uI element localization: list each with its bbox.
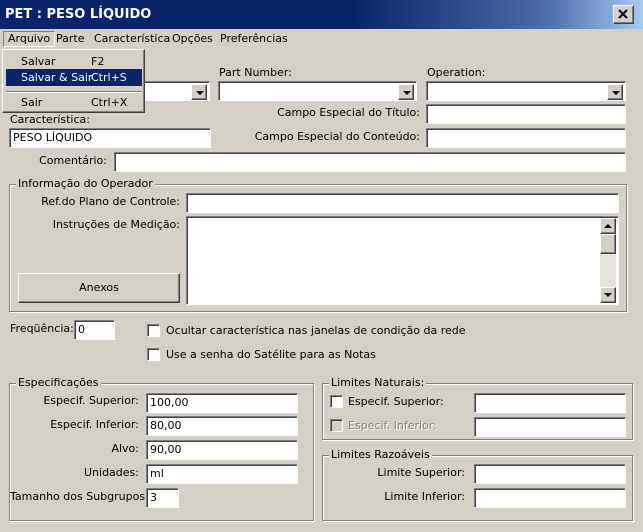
frequencia-input[interactable]: 0 <box>74 320 115 340</box>
caracteristica-label: Característica: <box>10 113 90 126</box>
campo-titulo-label: Campo Especial do Título: <box>277 106 420 119</box>
raz-inferior-label: Limite Inferior: <box>384 490 465 503</box>
senha-checkbox[interactable] <box>147 348 160 361</box>
instrucoes-textarea[interactable] <box>186 216 619 305</box>
menu-arquivo[interactable]: Arquivo <box>3 31 56 47</box>
nat-inferior-input[interactable] <box>474 417 626 437</box>
window-title: PET : PESO LÍQUIDO <box>5 7 152 22</box>
menu-bar: Arquivo Parte Característica Opções Pref… <box>0 29 643 49</box>
scroll-thumb[interactable] <box>600 234 616 254</box>
menu-item-sair[interactable]: Sair Ctrl+X <box>6 94 142 111</box>
raz-superior-label: Limite Superior: <box>377 466 465 479</box>
menu-item-label: Sair <box>21 96 43 109</box>
part-number-combo[interactable] <box>218 81 417 101</box>
senha-label: Use a senha do Satélite para as Notas <box>166 348 376 361</box>
ref-plano-label: Ref.do Plano de Controle: <box>41 195 180 208</box>
ocultar-label: Ocultar característica nas janelas de co… <box>166 324 466 337</box>
title-bar: PET : PESO LÍQUIDO <box>0 0 643 29</box>
especificacoes-group-title: Especificações <box>16 376 101 389</box>
part-number-label: Part Number: <box>219 66 292 79</box>
menu-preferencias[interactable]: Preferências <box>216 31 292 47</box>
menu-item-salvar-sair[interactable]: Salvar & Sair Ctrl+S <box>6 69 142 86</box>
campo-titulo-input[interactable] <box>426 104 626 124</box>
alvo-input[interactable]: 90,00 <box>146 440 298 460</box>
nat-superior-checkbox[interactable] <box>330 395 343 408</box>
chevron-down-icon[interactable] <box>191 84 207 100</box>
close-button[interactable] <box>613 5 634 24</box>
menu-caracteristica[interactable]: Característica <box>90 31 174 47</box>
raz-inferior-input[interactable] <box>474 488 626 508</box>
nat-superior-label: Especif. Superior: <box>348 395 444 408</box>
comentario-label: Comentário: <box>39 154 107 167</box>
chevron-down-icon[interactable] <box>607 84 623 100</box>
anexos-button[interactable]: Anexos <box>18 273 180 303</box>
unidades-input[interactable]: ml <box>146 464 298 484</box>
campo-conteudo-label: Campo Especial do Conteúdo: <box>254 130 420 143</box>
menu-item-shortcut: Ctrl+S <box>91 71 127 84</box>
limites-naturais-group-title: Limites Naturais: <box>329 376 427 389</box>
campo-conteudo-input[interactable] <box>426 128 626 148</box>
operation-label: Operation: <box>427 66 486 79</box>
close-icon <box>618 9 628 19</box>
scroll-up-icon[interactable] <box>600 218 616 234</box>
menu-opcoes[interactable]: Opções <box>168 31 217 47</box>
subgrupos-input[interactable]: 3 <box>146 488 179 508</box>
frequencia-label: Freqüência: <box>10 322 74 335</box>
menu-item-label: Salvar <box>21 55 56 68</box>
comentario-input[interactable] <box>114 152 626 172</box>
menu-parte[interactable]: Parte <box>52 31 88 47</box>
instrucoes-label: Instruções de Medição: <box>52 218 180 231</box>
unidades-label: Unidades: <box>84 466 139 479</box>
scroll-down-icon[interactable] <box>600 287 616 303</box>
alvo-label: Alvo: <box>111 442 139 455</box>
limites-razoaveis-group-title: Limites Razoáveis <box>329 448 432 461</box>
arquivo-dropdown: Salvar F2 Salvar & Sair Ctrl+S Sair Ctrl… <box>2 49 145 113</box>
menu-item-label: Salvar & Sair <box>21 71 93 84</box>
first-combo[interactable] <box>140 81 210 101</box>
espec-inferior-label: Especif. Inferior: <box>50 418 139 431</box>
nat-inferior-checkbox[interactable] <box>330 419 343 432</box>
espec-superior-input[interactable]: 100,00 <box>146 393 298 413</box>
nat-superior-input[interactable] <box>474 393 626 413</box>
ocultar-checkbox[interactable] <box>147 324 160 337</box>
main-window: PET : PESO LÍQUIDO Arquivo Parte Caracte… <box>0 0 643 532</box>
menu-separator <box>6 91 142 93</box>
subgrupos-label: Tamanho dos Subgrupos: <box>10 490 149 503</box>
caracteristica-input[interactable]: PESO LÍQUIDO <box>9 128 211 148</box>
espec-superior-label: Especif. Superior: <box>43 394 139 407</box>
operador-group-title: Informação do Operador <box>16 177 155 190</box>
raz-superior-input[interactable] <box>474 464 626 484</box>
operation-combo[interactable] <box>426 81 626 101</box>
menu-item-shortcut: Ctrl+X <box>91 96 128 109</box>
espec-inferior-input[interactable]: 80,00 <box>146 416 298 436</box>
nat-inferior-label: Especif. Inferior: <box>348 419 437 432</box>
instrucoes-scrollbar[interactable] <box>600 218 616 303</box>
chevron-down-icon[interactable] <box>398 84 414 100</box>
ref-plano-input[interactable] <box>186 193 619 213</box>
menu-item-salvar[interactable]: Salvar F2 <box>6 53 142 70</box>
menu-item-shortcut: F2 <box>91 55 105 68</box>
